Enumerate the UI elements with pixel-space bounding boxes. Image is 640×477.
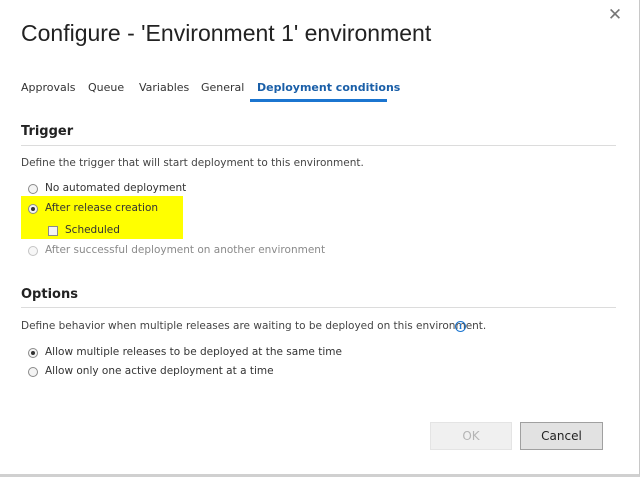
dialog-title: Configure - 'Environment 1' environment [21,20,432,46]
tab-variables[interactable]: Variables [139,81,189,101]
tab-queue[interactable]: Queue [88,81,124,101]
trigger-description: Define the trigger that will start deplo… [21,157,364,169]
radio-button[interactable] [28,184,38,194]
option-label: Allow multiple releases to be deployed a… [45,346,342,358]
active-tab-indicator [250,99,387,102]
option-label: Allow only one active deployment at a ti… [45,365,274,377]
info-icon[interactable]: i [455,321,466,332]
trigger-heading: Trigger [21,124,74,139]
tab-general[interactable]: General [201,81,244,101]
option-label: No automated deployment [45,182,187,194]
tab-deployment-conditions[interactable]: Deployment conditions [257,81,400,101]
options-divider [21,307,616,308]
ok-button[interactable]: OK [430,422,512,450]
configure-environment-dialog: ✕ Configure - 'Environment 1' environmen… [0,0,640,477]
radio-button-disabled[interactable] [28,246,38,256]
trigger-divider [21,145,616,146]
option-label: After release creation [45,202,159,214]
cancel-button[interactable]: Cancel [520,422,603,450]
tab-approvals[interactable]: Approvals [21,81,76,101]
radio-button-selected[interactable] [28,348,38,358]
radio-button-selected[interactable] [28,204,38,214]
options-heading: Options [21,287,78,302]
radio-button[interactable] [28,367,38,377]
close-icon[interactable]: ✕ [604,4,626,26]
option-label: After successful deployment on another e… [45,244,326,256]
scheduled-label: Scheduled [65,224,120,236]
options-description: Define behavior when multiple releases a… [21,320,487,332]
scheduled-checkbox[interactable] [48,226,58,236]
